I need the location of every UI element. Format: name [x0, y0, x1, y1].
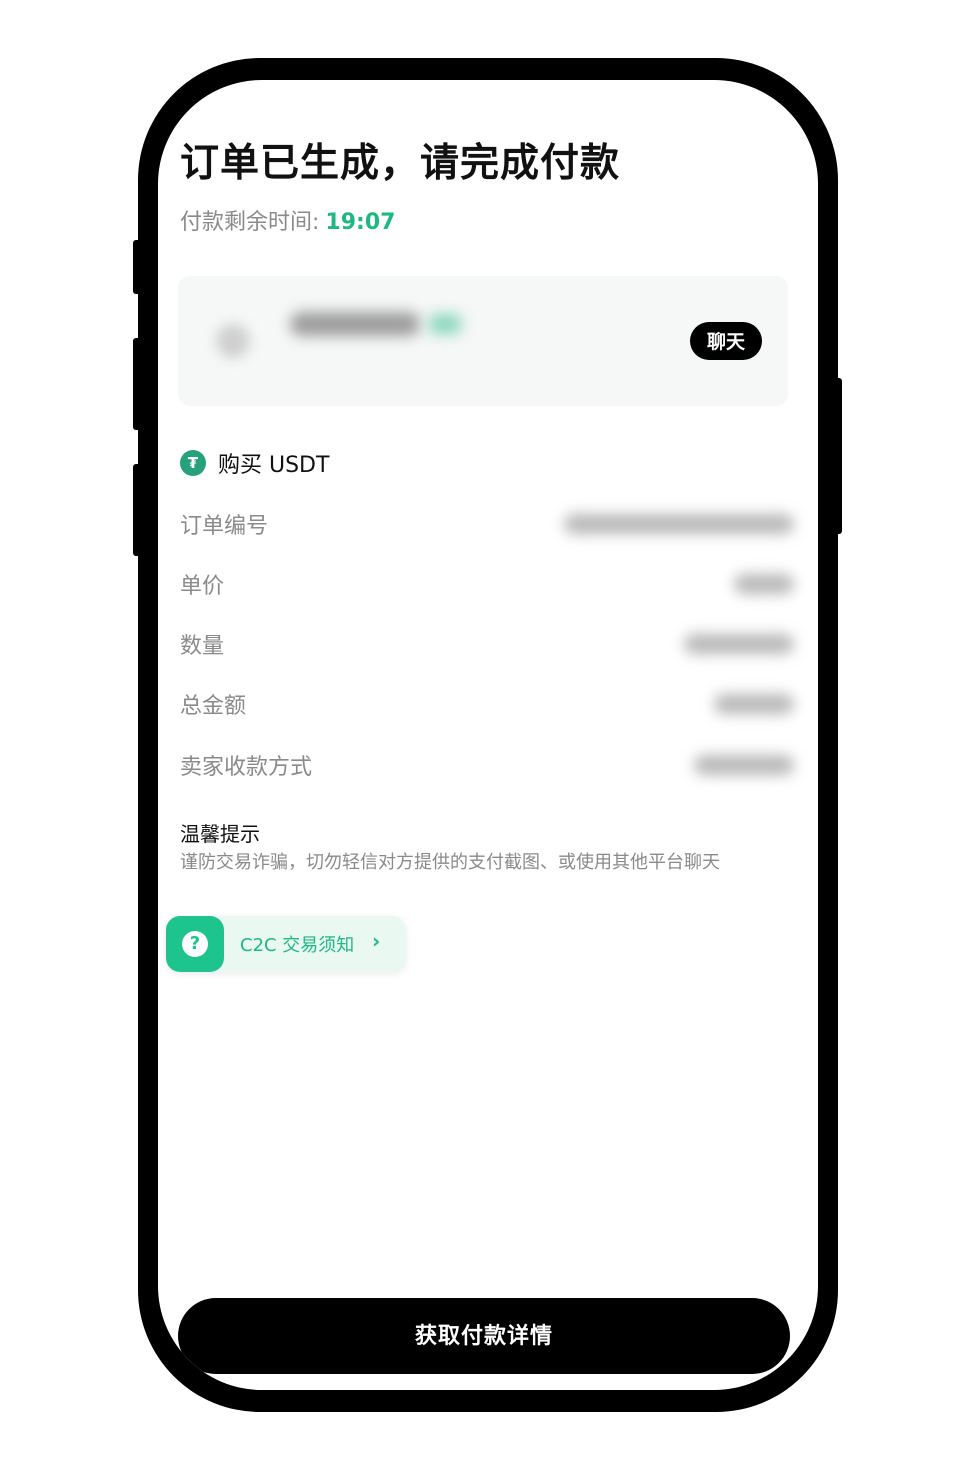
- timer-label: 付款剩余时间:: [180, 210, 320, 235]
- merchant-name-blurred: [290, 312, 420, 336]
- merchant-card: 聊天: [178, 276, 788, 406]
- payment-method-row: 卖家收款方式: [180, 749, 794, 781]
- phone-screen: 订单已生成，请完成付款 付款剩余时间: 19:07 聊天 ₮ 购买 USDT 订单…: [158, 80, 818, 1390]
- merchant-avatar-blurred: [216, 324, 250, 358]
- c2c-icon-box: ?: [166, 916, 224, 972]
- c2c-guide-link[interactable]: ? C2C 交易须知 ›: [166, 916, 406, 972]
- c2c-guide-label: C2C 交易须知: [240, 935, 355, 956]
- asset-label: 购买 USDT: [218, 453, 330, 478]
- merchant-badge-blurred: [428, 314, 462, 334]
- unit-price-value-blurred: [734, 574, 794, 594]
- order-number-value-blurred: [564, 514, 794, 534]
- payment-method-label: 卖家收款方式: [180, 755, 313, 780]
- page-title: 订单已生成，请完成付款: [180, 141, 621, 186]
- timer-value: 19:07: [325, 210, 396, 235]
- payment-timer: 付款剩余时间: 19:07: [180, 204, 395, 236]
- order-number-row: 订单编号: [180, 508, 794, 540]
- asset-row: ₮ 购买 USDT: [180, 448, 329, 478]
- payment-method-value-blurred: [694, 755, 794, 775]
- quantity-row: 数量: [180, 628, 794, 660]
- tip-title: 温馨提示: [180, 822, 260, 846]
- total-amount-value-blurred: [714, 694, 794, 714]
- unit-price-row: 单价: [180, 568, 794, 600]
- quantity-label: 数量: [180, 634, 225, 659]
- total-amount-row: 总金额: [180, 688, 794, 720]
- chat-button[interactable]: 聊天: [690, 322, 762, 360]
- total-amount-label: 总金额: [180, 694, 247, 719]
- order-number-label: 订单编号: [180, 514, 269, 539]
- tip-text: 谨防交易诈骗，切勿轻信对方提供的支付截图、或使用其他平台聊天: [180, 852, 720, 873]
- quantity-value-blurred: [684, 634, 794, 654]
- unit-price-label: 单价: [180, 574, 225, 599]
- get-payment-details-button[interactable]: 获取付款详情: [178, 1298, 790, 1374]
- question-icon: ?: [182, 931, 208, 957]
- tether-icon: ₮: [180, 450, 206, 476]
- chevron-right-icon: ›: [372, 929, 381, 953]
- stage: 订单已生成，请完成付款 付款剩余时间: 19:07 聊天 ₮ 购买 USDT 订单…: [0, 0, 976, 1467]
